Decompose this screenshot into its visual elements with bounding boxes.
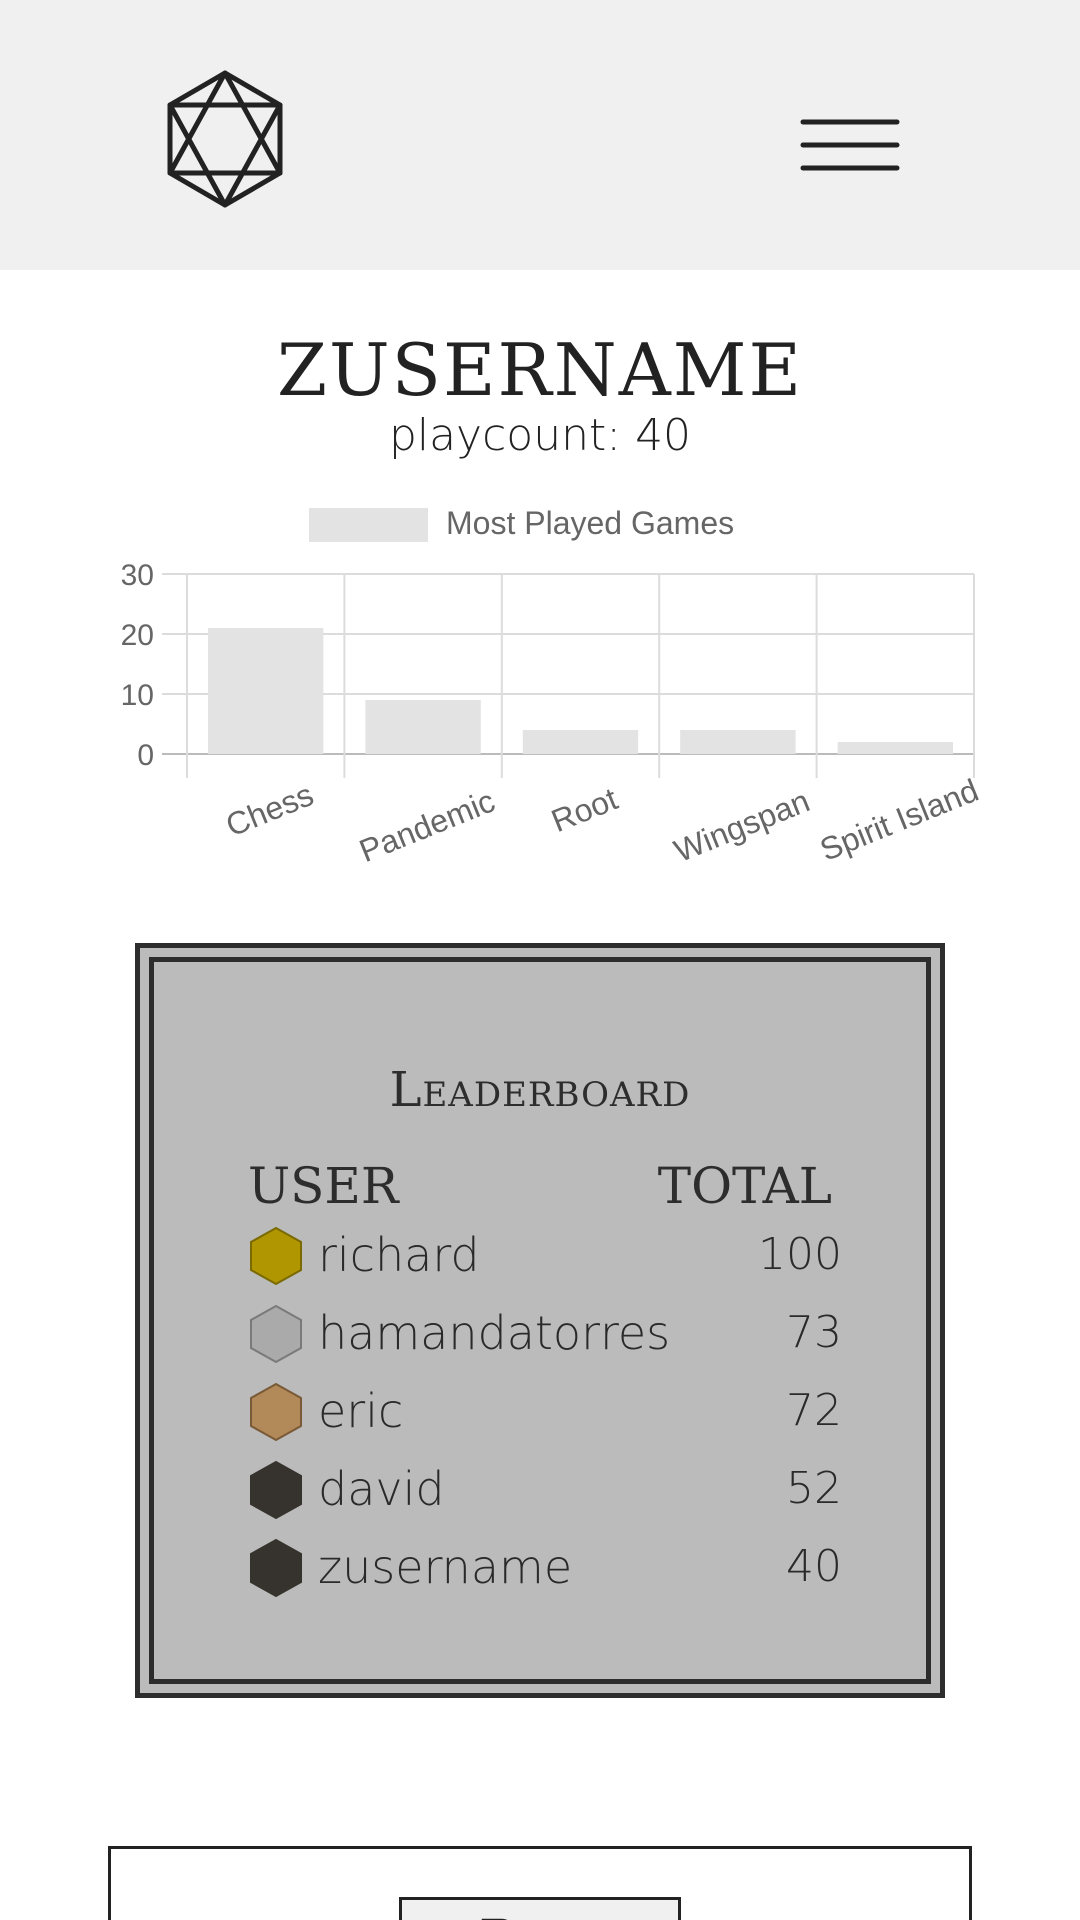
- leaderboard-user-link[interactable]: eric: [318, 1380, 403, 1442]
- y-tick-label: 20: [121, 619, 154, 652]
- leaderboard-title: Leaderboard: [389, 1062, 691, 1118]
- leaderboard-user-link[interactable]: richard: [318, 1224, 480, 1286]
- leaderboard-user-total: 73: [786, 1307, 842, 1358]
- dark-hexagon-badge-icon: [250, 1460, 302, 1520]
- d20-logo-icon[interactable]: [165, 70, 285, 208]
- x-tick-label: Pandemic: [354, 782, 499, 869]
- leaderboard-user-link[interactable]: hamandatorres: [318, 1302, 670, 1364]
- bar: [208, 628, 324, 754]
- y-tick-label: 30: [121, 559, 154, 592]
- x-tick-label: Wingspan: [669, 782, 814, 869]
- y-tick-label: 10: [121, 679, 154, 712]
- leaderboard-column-user: USER: [248, 1157, 399, 1215]
- dark-hexagon-badge-icon: [250, 1538, 302, 1598]
- leaderboard-panel: Leaderboard USER TOTAL richard 100 haman…: [135, 943, 945, 1698]
- profile-username: ZUSERNAME: [276, 328, 804, 412]
- bar: [365, 700, 481, 754]
- leaderboard-user-total: 52: [786, 1463, 842, 1514]
- playcount-value: 40: [635, 410, 692, 461]
- leaderboard-user-link[interactable]: zusername: [318, 1536, 572, 1598]
- leaderboard-row: zusername 40: [248, 1536, 842, 1598]
- leaderboard-row: richard 100: [248, 1224, 842, 1286]
- bronze-hexagon-badge-icon: [250, 1382, 302, 1442]
- leaderboard-user-total: 100: [758, 1229, 842, 1280]
- leaderboard-user-link[interactable]: david: [318, 1458, 445, 1520]
- bar: [837, 742, 953, 754]
- legend-label: Most Played Games: [446, 505, 734, 541]
- playcount-label: playcount:: [388, 410, 622, 461]
- hamburger-menu-icon[interactable]: [795, 110, 905, 180]
- legend-swatch: [309, 508, 428, 542]
- leaderboard-inner-frame: Leaderboard USER TOTAL richard 100 haman…: [149, 957, 931, 1684]
- gold-hexagon-badge-icon: [250, 1226, 302, 1286]
- silver-hexagon-badge-icon: [250, 1304, 302, 1364]
- leaderboard-row: david 52: [248, 1458, 842, 1520]
- app-header: [0, 0, 1080, 270]
- leaderboard-row: eric 72: [248, 1380, 842, 1442]
- leaderboard-user-total: 40: [786, 1541, 842, 1592]
- leaderboard-column-total: TOTAL: [657, 1157, 832, 1215]
- leaderboard-row: hamandatorres 73: [248, 1302, 842, 1364]
- bar: [522, 730, 639, 754]
- game-card[interactable]: Root: [108, 1846, 972, 1920]
- game-title-tag[interactable]: Root: [399, 1897, 681, 1920]
- profile-playcount: playcount: 40: [0, 410, 1080, 461]
- leaderboard-user-total: 72: [786, 1385, 842, 1436]
- bar: [680, 730, 796, 754]
- x-tick-label: Spirit Island: [815, 772, 983, 868]
- most-played-games-chart: Most Played Games 0 10 20 30 Chess Pandemic Roo…: [121, 505, 984, 869]
- x-tick-label: Root: [546, 780, 622, 839]
- x-tick-label: Chess: [221, 776, 319, 843]
- y-tick-label: 0: [137, 739, 154, 772]
